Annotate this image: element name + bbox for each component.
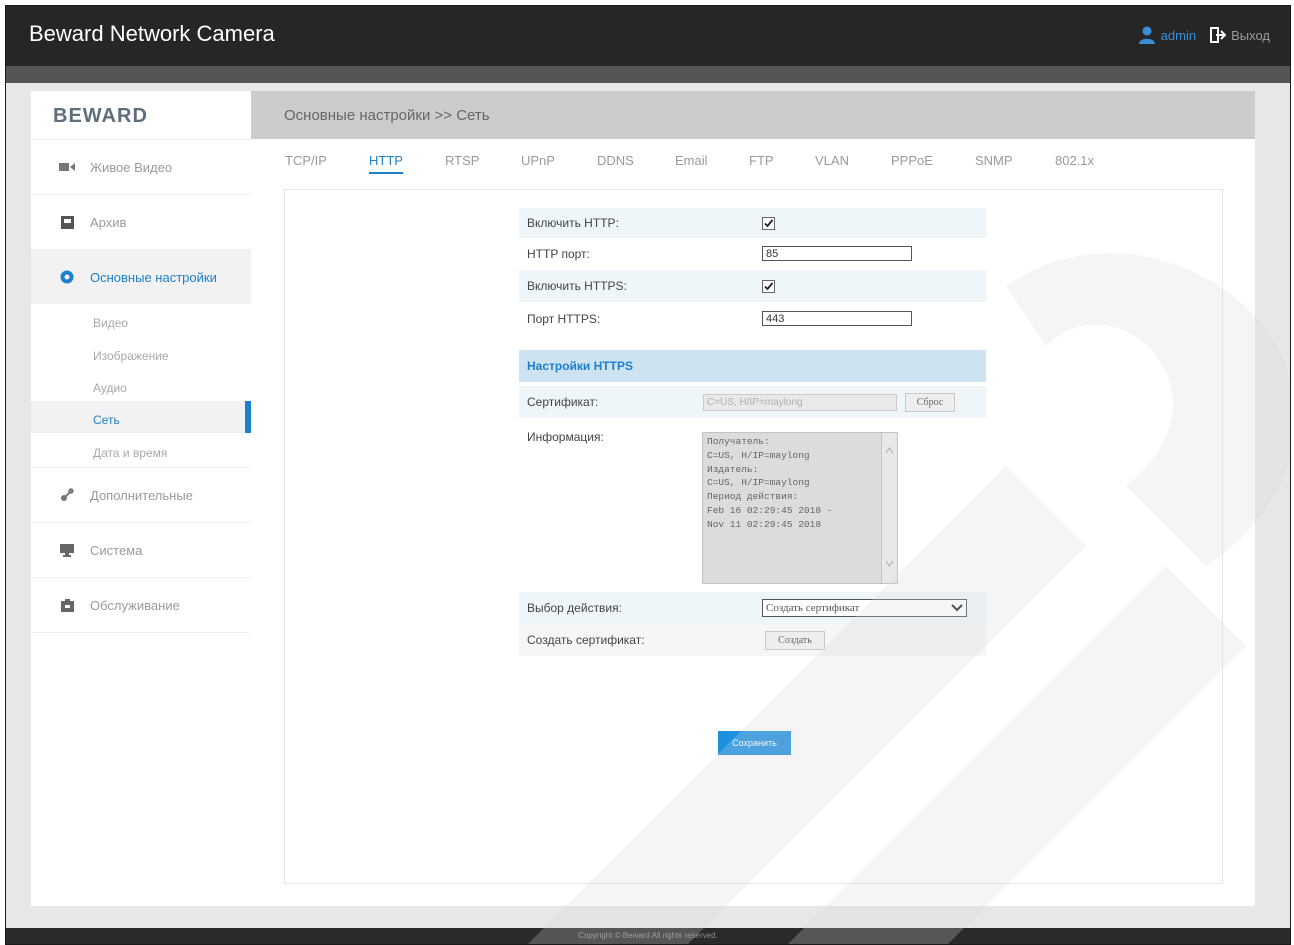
tab-tcpip[interactable]: TCP/IP [285, 153, 327, 168]
sidebar-subitem-active-bg [31, 401, 251, 433]
http-settings-panel: Включить HTTP: HTTP порт: 85 Включить HT… [284, 189, 1223, 884]
tab-http[interactable]: HTTP [369, 153, 403, 174]
enable-https-row: Включить HTTPS: [519, 270, 986, 302]
tab-8021x[interactable]: 802.1x [1055, 153, 1094, 168]
http-port-label: HTTP порт: [527, 247, 590, 261]
action-select[interactable]: Создать сертификат [762, 599, 967, 617]
logout-icon[interactable] [1210, 27, 1227, 43]
enable-https-label: Включить HTTPS: [527, 279, 627, 293]
tab-ftp[interactable]: FTP [749, 153, 774, 168]
video-camera-icon [59, 159, 75, 175]
https-port-input[interactable]: 443 [762, 311, 912, 326]
info-scrollbar[interactable] [881, 433, 897, 583]
sidebar: BEWARD Живое Видео Архив Основные настро… [31, 91, 251, 906]
sidebar-item-label: Архив [90, 214, 127, 230]
create-cert-row: Создать сертификат: Создать [519, 624, 986, 656]
info-label: Информация: [527, 430, 604, 444]
tools-icon [59, 487, 75, 503]
tab-rtsp[interactable]: RTSP [445, 153, 479, 168]
http-port-row: HTTP порт: 85 [519, 238, 986, 270]
sidebar-item-archive[interactable]: Архив [31, 194, 251, 249]
action-select-row: Выбор действия: Создать сертификат [519, 592, 986, 624]
info-line: C=US, H/IP=maylong [707, 477, 810, 489]
https-section-header: Настройки HTTPS [519, 350, 986, 382]
sidebar-subitem-audio[interactable]: Аудио [93, 381, 127, 395]
sidebar-item-maintenance[interactable]: Обслуживание [31, 577, 251, 633]
create-cert-button[interactable]: Создать [765, 631, 825, 650]
chevron-down-icon [951, 604, 963, 612]
info-line: Nov 11 02:29:45 2018 [707, 518, 822, 530]
breadcrumb: Основные настройки >> Сеть [284, 107, 490, 124]
enable-http-label: Включить HTTP: [527, 216, 619, 230]
https-section-title: Настройки HTTPS [527, 359, 633, 373]
monitor-icon [59, 542, 75, 558]
tab-vlan[interactable]: VLAN [815, 153, 849, 168]
certificate-info-row: Информация: Получатель: C=US, H/IP=maylo… [519, 418, 986, 590]
enable-https-checkbox[interactable] [762, 280, 775, 293]
main-content: TCP/IP HTTP RTSP UPnP DDNS Email FTP VLA… [251, 139, 1255, 906]
top-strip [6, 66, 1290, 83]
save-button[interactable]: Сохранить [718, 731, 791, 755]
http-port-input[interactable]: 85 [762, 246, 912, 261]
sidebar-item-label: Живое Видео [90, 159, 173, 175]
app-window: Beward Network Camera admin Выход BEWARD… [5, 5, 1291, 945]
https-port-row: Порт HTTPS: 443 [519, 302, 986, 334]
action-selected-value: Создать сертификат [766, 602, 860, 614]
sidebar-item-label: Дополнительные [90, 487, 193, 503]
sidebar-subitem-video[interactable]: Видео [93, 316, 128, 330]
sidebar-subitem-network[interactable]: Сеть [93, 413, 120, 427]
tab-ddns[interactable]: DDNS [597, 153, 634, 168]
info-line: Получатель: [707, 436, 770, 447]
sidebar-subitem-date-time[interactable]: Дата и время [93, 446, 167, 460]
enable-http-checkbox[interactable] [762, 217, 775, 230]
user-name-link[interactable]: admin [1161, 28, 1196, 43]
top-bar: Beward Network Camera admin Выход [6, 6, 1290, 66]
certificate-field: C=US, H/IP=maylong [703, 394, 897, 411]
tab-upnp[interactable]: UPnP [521, 153, 555, 168]
beward-logo: BEWARD [53, 105, 148, 127]
info-line: C=US, H/IP=maylong [707, 449, 810, 461]
sidebar-subitem-image[interactable]: Изображение [93, 349, 169, 363]
sidebar-item-label: Обслуживание [90, 597, 180, 613]
https-port-label: Порт HTTPS: [527, 312, 601, 326]
tab-snmp[interactable]: SNMP [975, 153, 1013, 168]
footer-copyright: Copyright © Beward All rights reserved. [6, 928, 1290, 944]
certificate-label: Сертификат: [527, 395, 599, 409]
gear-icon [59, 269, 75, 285]
user-icon [1138, 26, 1155, 44]
sidebar-item-label: Основные настройки [90, 269, 217, 285]
content-header: Основные настройки >> Сеть [251, 91, 1255, 139]
tab-pppoe[interactable]: PPPoE [891, 153, 933, 168]
info-line: Период действия: [707, 491, 799, 503]
app-title: Beward Network Camera [29, 21, 275, 46]
sidebar-item-basic-settings[interactable]: Основные настройки [31, 249, 251, 304]
sidebar-item-label: Система [90, 542, 143, 558]
user-area: admin Выход [1138, 26, 1270, 44]
sidebar-item-advanced[interactable]: Дополнительные [31, 467, 251, 522]
enable-http-row: Включить HTTP: [519, 208, 986, 238]
sidebar-item-live-video[interactable]: Живое Видео [31, 139, 251, 194]
create-cert-label: Создать сертификат: [527, 633, 645, 647]
certificate-info-textarea[interactable]: Получатель: C=US, H/IP=maylong Издатель:… [702, 432, 898, 584]
info-line: Feb 16 02:29:45 2018 - [707, 504, 833, 516]
maintenance-icon [59, 597, 75, 613]
certificate-reset-button[interactable]: Сброс [905, 393, 955, 412]
tab-email[interactable]: Email [675, 153, 708, 168]
archive-icon [59, 214, 75, 230]
info-line: Издатель: [707, 463, 759, 475]
sidebar-item-system[interactable]: Система [31, 522, 251, 577]
action-label: Выбор действия: [527, 601, 622, 615]
certificate-row: Сертификат: C=US, H/IP=maylong Сброс [519, 386, 986, 418]
logout-link[interactable]: Выход [1231, 28, 1270, 43]
